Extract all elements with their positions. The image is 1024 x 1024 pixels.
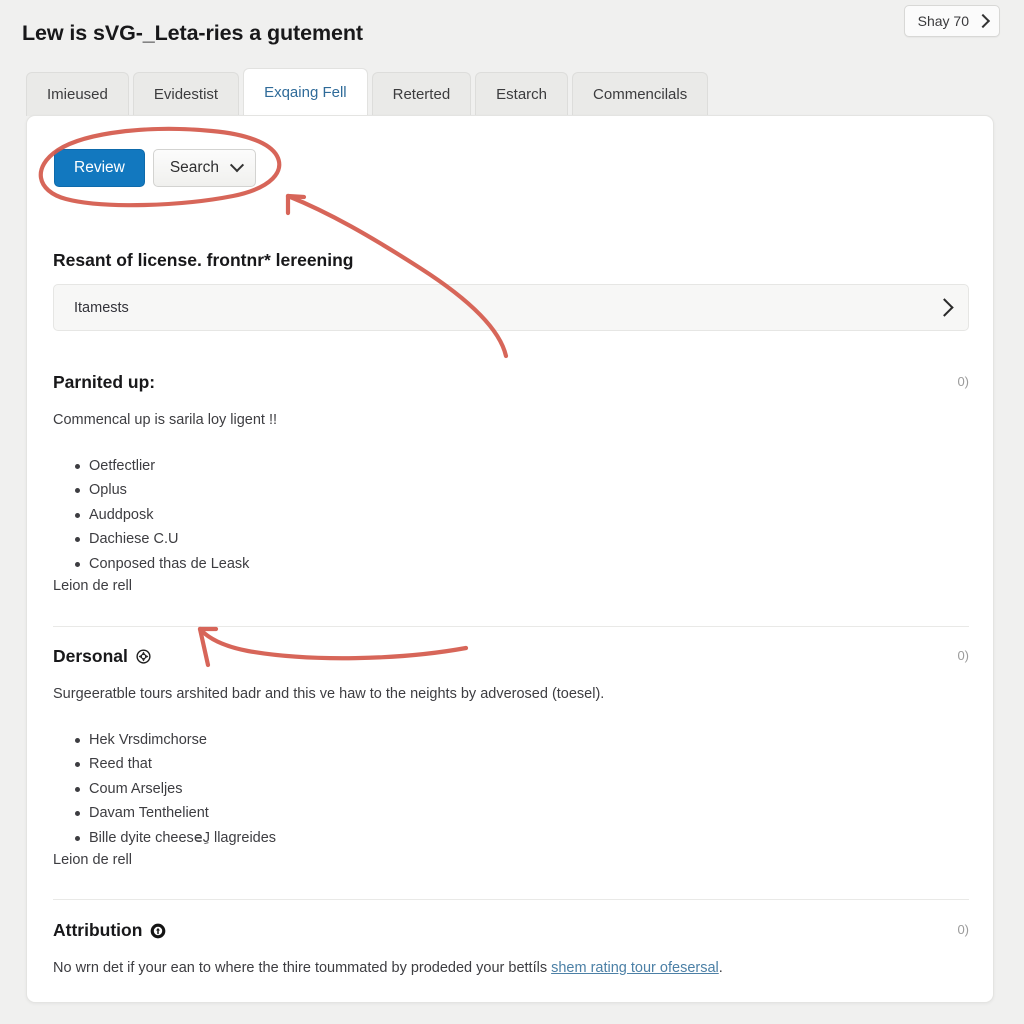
tab-label: Imieused: [47, 86, 108, 103]
partnered-list: Oetfectlier Oplus Auddposk Dachiese C.U …: [63, 454, 249, 576]
chevron-right-icon: [975, 13, 991, 29]
account-button[interactable]: Shay 70: [903, 5, 1000, 37]
info-circle-icon: [150, 923, 166, 939]
tab-reterted[interactable]: Reterted: [371, 72, 472, 116]
list-item: Coum Arseljes: [74, 777, 276, 801]
tab-bar: Imieused Evidestist Exqaing Fell Reterte…: [26, 68, 709, 119]
personal-list: Hek Vrsdimchorse Reed that Coum Arseljes…: [63, 728, 276, 850]
partnered-section-heading: Parnited up:: [53, 372, 155, 393]
section-divider: [53, 899, 969, 900]
list-item: Oetfectlier: [74, 454, 249, 478]
section-divider: [53, 626, 969, 627]
personal-section-heading: Dersonal: [53, 646, 151, 667]
attribution-text-after: .: [718, 960, 723, 976]
results-heading-text: Resant of license. frontnr* lereening: [53, 250, 354, 270]
tab-label: Evidestist: [153, 86, 219, 103]
list-item: Hek Vrsdimchorse: [74, 728, 276, 752]
page-title: Lew is sVG-_Leta‑ries a gutement: [22, 21, 363, 45]
chevron-down-icon: [229, 158, 245, 173]
personal-footer-text: Leion de rell: [53, 852, 132, 868]
tab-label: Commencilals: [593, 86, 688, 103]
personal-intro-text: Surgeeratble tours arshited badr and thi…: [53, 686, 605, 702]
account-button-label: Shay 70: [917, 13, 969, 29]
list-item: Dachiese C.U: [74, 527, 249, 551]
review-button-label: Review: [74, 159, 125, 176]
page-header: Lew is sVG-_Leta‑ries a gutement Shay 70: [0, 0, 1024, 62]
personal-heading-text: Dersonal: [53, 646, 128, 666]
partnered-count-marker: 0): [957, 374, 969, 389]
tab-label: Estarch: [496, 86, 548, 103]
action-toolbar: Review Search: [54, 149, 256, 187]
search-dropdown-button[interactable]: Search: [152, 149, 256, 187]
attribution-heading-text: Attribution: [53, 920, 143, 940]
list-item: Reed that: [74, 752, 276, 776]
results-accordion-row[interactable]: Itamests: [53, 284, 969, 331]
tab-commencilals[interactable]: Commencilals: [572, 72, 709, 116]
attribution-text-before: No wrn det if your ean to where the thir…: [53, 960, 552, 976]
review-button[interactable]: Review: [54, 149, 145, 187]
attribution-count-marker: 0): [957, 922, 969, 937]
tab-evidestist[interactable]: Evidestist: [132, 72, 240, 116]
tab-exqaing-fell[interactable]: Exqaing Fell: [243, 68, 368, 116]
personal-count-marker: 0): [957, 648, 969, 663]
results-section-heading: Resant of license. frontnr* lereening: [53, 250, 353, 271]
attribution-link[interactable]: shem rating tour ofesersal: [551, 960, 719, 976]
search-dropdown-label: Search: [169, 159, 219, 176]
tab-label: Exqaing Fell: [264, 84, 347, 101]
list-item: Bille dyite cheeseِJ llagreides: [74, 826, 276, 850]
tab-label: Reterted: [392, 86, 451, 103]
gear-icon: [136, 649, 151, 664]
attribution-section-heading: Attribution: [53, 920, 166, 941]
list-item: Auddposk: [74, 503, 249, 527]
partnered-footer-text: Leion de rell: [53, 578, 132, 594]
attribution-text: No wrn det if your ean to where the thir…: [53, 960, 723, 976]
partnered-heading-text: Parnited up:: [53, 372, 156, 392]
list-item: Conposed thas de Leask: [74, 552, 249, 576]
chevron-right-icon: [935, 298, 954, 317]
list-item: Davam Tenthelient: [74, 801, 276, 825]
list-item: Oplus: [74, 478, 249, 502]
tab-estarch[interactable]: Estarch: [475, 72, 569, 116]
partnered-intro-text: Commencal up is sarila loy ligent !!: [53, 412, 278, 428]
content-card: Review Search Resant of license. frontnr…: [26, 115, 994, 1003]
tab-imieused[interactable]: Imieused: [26, 72, 129, 119]
accordion-row-label: Itamests: [74, 299, 129, 316]
